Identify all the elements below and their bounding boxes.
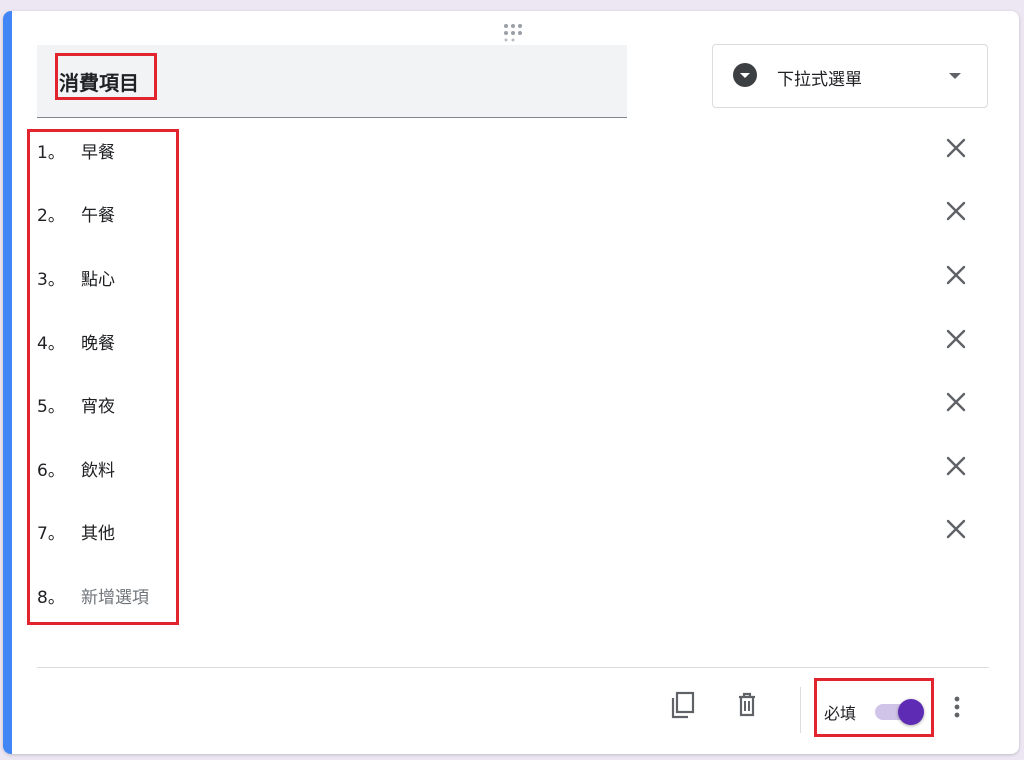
dropdown-circle-icon	[733, 63, 757, 87]
option-row: 3。 點心	[37, 256, 997, 296]
close-icon[interactable]	[945, 455, 967, 477]
option-row: 7。 其他	[37, 510, 997, 550]
footer-separator	[800, 687, 801, 733]
option-row: 1。 早餐	[37, 129, 997, 169]
annotation-highlight-required	[814, 678, 934, 737]
copy-icon[interactable]	[667, 689, 699, 721]
options-list: 1。 早餐 2。 午餐 3。 點心 4。 晚餐 5。 宵夜 6。 飲料 7。 其…	[37, 129, 997, 629]
option-row: 2。 午餐	[37, 192, 997, 232]
active-accent-bar	[3, 11, 12, 754]
close-icon[interactable]	[945, 391, 967, 413]
annotation-highlight-options	[27, 129, 179, 625]
close-icon[interactable]	[945, 518, 967, 540]
close-icon[interactable]	[945, 200, 967, 222]
add-option-row: 8。 新增選項	[37, 574, 997, 614]
option-row: 4。 晚餐	[37, 320, 997, 360]
option-row: 6。 飲料	[37, 447, 997, 487]
close-icon[interactable]	[945, 264, 967, 286]
footer-divider	[37, 667, 989, 668]
question-card: 消費項目 下拉式選單 1。 早餐 2。 午餐 3。 點心 4。 晚餐 5。 宵夜…	[3, 11, 1019, 754]
annotation-highlight-title	[55, 53, 157, 100]
chevron-down-icon	[949, 73, 961, 79]
close-icon[interactable]	[945, 137, 967, 159]
more-vert-icon[interactable]	[941, 691, 973, 723]
close-icon[interactable]	[945, 328, 967, 350]
question-type-label: 下拉式選單	[777, 70, 862, 90]
question-title-field[interactable]: 消費項目	[37, 45, 627, 118]
question-type-select[interactable]: 下拉式選單	[712, 44, 988, 108]
trash-icon[interactable]	[731, 689, 763, 721]
option-row: 5。 宵夜	[37, 383, 997, 423]
